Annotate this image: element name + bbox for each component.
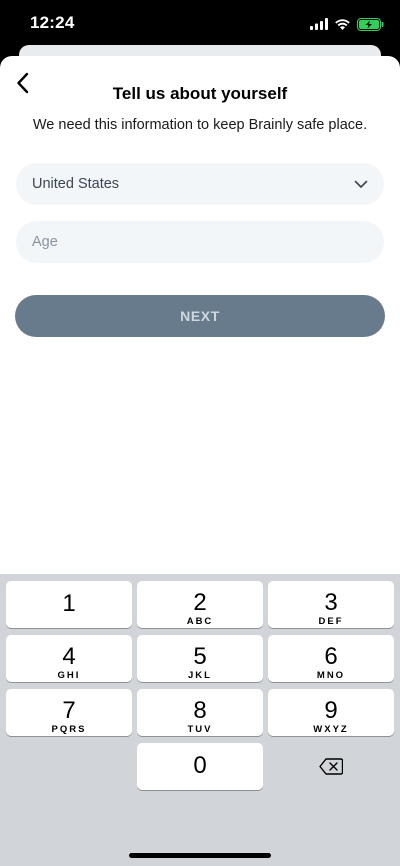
backspace-icon [319, 758, 343, 775]
key-letters: MNO [316, 670, 346, 681]
key-2[interactable]: 2 ABC [137, 581, 263, 628]
page-title: Tell us about yourself [112, 84, 288, 103]
status-icons [310, 15, 384, 33]
wifi-icon [335, 19, 350, 30]
key-8[interactable]: 8 TUV [137, 689, 263, 736]
key-number: 9 [324, 697, 338, 724]
key-letters: ABC [186, 616, 214, 627]
country-select[interactable]: United States [16, 163, 384, 205]
key-7[interactable]: 7 PQRS [6, 689, 132, 736]
key-number: 1 [62, 590, 76, 617]
key-letters: TUV [187, 724, 213, 735]
key-number: 3 [324, 589, 338, 616]
battery-charging-icon [357, 17, 384, 31]
key-1[interactable]: 1 [6, 581, 132, 628]
key-number: 5 [193, 643, 207, 670]
key-6[interactable]: 6 MNO [268, 635, 394, 682]
key-number: 4 [62, 643, 76, 670]
key-number: 6 [324, 643, 338, 670]
key-number: 7 [62, 697, 76, 724]
status-time: 12:24 [30, 13, 75, 32]
key-letters: DEF [318, 616, 344, 627]
key-letters: WXYZ [313, 724, 349, 735]
key-4[interactable]: 4 GHI [6, 635, 132, 682]
key-letters: JKL [188, 670, 212, 681]
chevron-down-icon [354, 180, 368, 188]
key-number: 8 [193, 697, 207, 724]
key-number: 0 [193, 752, 207, 779]
country-select-value: United States [32, 176, 120, 192]
status-bar: 12:24 [0, 0, 400, 48]
home-indicator[interactable] [129, 853, 271, 858]
key-3[interactable]: 3 DEF [268, 581, 394, 628]
age-input-placeholder: Age [32, 234, 58, 250]
cellular-signal-icon [310, 18, 328, 30]
key-9[interactable]: 9 WXYZ [268, 689, 394, 736]
key-0[interactable]: 0 [137, 743, 263, 790]
page-subtitle: We need this information to keep Brainly… [32, 117, 368, 133]
key-letters: GHI [57, 670, 81, 681]
key-number: 2 [193, 589, 207, 616]
key-letters: PQRS [51, 724, 87, 735]
delete-key[interactable] [268, 743, 394, 790]
age-input[interactable]: Age [16, 221, 384, 263]
next-button[interactable]: NEXT [15, 295, 385, 337]
key-5[interactable]: 5 JKL [137, 635, 263, 682]
